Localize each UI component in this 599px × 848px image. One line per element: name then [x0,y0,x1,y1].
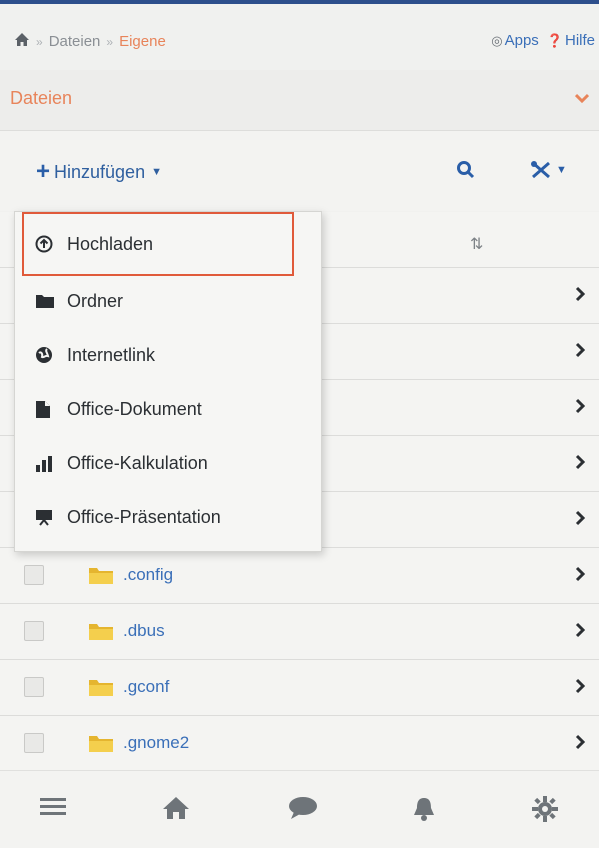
menu-item-label: Office-Kalkulation [67,452,208,473]
section-header[interactable]: Dateien [0,70,599,131]
breadcrumb-item-eigene: Eigene [119,33,166,50]
apps-link-label: Apps [504,32,539,49]
menu-item-office-presentation[interactable]: Office-Präsentation [35,502,221,532]
breadcrumb-separator: » [106,34,114,49]
chat-icon[interactable] [288,796,318,825]
presentation-icon [35,508,59,526]
bottom-nav [0,770,599,848]
folder-icon [88,732,114,759]
plus-icon: + [36,158,51,185]
file-name[interactable]: .dbus [123,621,165,641]
apps-link[interactable]: ◎ Apps [491,32,539,49]
file-name[interactable]: .gconf [123,677,169,697]
help-link-label: Hilfe [564,32,595,49]
folder-icon [88,620,114,647]
upload-highlight-box [22,212,294,276]
help-icon: ❓ [546,33,563,48]
chevron-right-icon[interactable] [575,342,586,363]
home-icon[interactable] [162,796,190,825]
caret-down-icon: ▼ [556,164,567,176]
apps-icon: ◎ [491,33,503,48]
tools-icon [531,161,550,179]
menu-icon[interactable] [40,796,66,821]
table-row[interactable]: .dbus [0,604,599,660]
caret-down-icon: ▼ [151,166,162,178]
menu-item-label: Office-Präsentation [67,506,221,527]
search-icon[interactable] [456,160,476,185]
chevron-right-icon[interactable] [575,510,586,531]
chevron-right-icon[interactable] [575,398,586,419]
chevron-right-icon[interactable] [575,678,586,699]
tools-menu-button[interactable]: ▼ [530,160,567,180]
chevron-right-icon[interactable] [575,566,586,587]
breadcrumb-separator: » [36,34,43,49]
chevron-down-icon[interactable] [574,90,590,108]
gear-icon[interactable] [532,796,558,827]
menu-item-folder[interactable]: Ordner [35,286,123,316]
section-title: Dateien [10,88,73,108]
table-row[interactable]: .gnome2 [0,716,599,772]
menu-item-office-spreadsheet[interactable]: Office-Kalkulation [35,448,208,478]
file-name[interactable]: .config [123,565,173,585]
top-bar: » Dateien » Eigene ◎ Apps ❓ Hilfe [0,0,599,70]
chevron-right-icon[interactable] [575,622,586,643]
row-checkbox[interactable] [24,565,44,585]
table-row[interactable]: .config [0,548,599,604]
row-checkbox[interactable] [24,733,44,753]
home-icon[interactable] [14,32,30,51]
menu-item-label: Internetlink [67,344,156,365]
bell-icon[interactable] [412,796,436,827]
chevron-right-icon[interactable] [575,454,586,475]
table-row[interactable]: .gconf [0,660,599,716]
menu-item-internetlink[interactable]: Internetlink [35,340,155,370]
menu-item-label: Ordner [67,290,124,311]
folder-icon [88,676,114,703]
chevron-right-icon[interactable] [575,286,586,307]
help-link[interactable]: ❓ Hilfe [547,32,595,49]
bar-chart-icon [35,454,59,472]
breadcrumb-item-dateien[interactable]: Dateien [49,33,101,50]
menu-item-label: Office-Dokument [67,398,202,419]
add-button[interactable]: + Hinzufügen ▼ [36,160,162,184]
row-checkbox[interactable] [24,621,44,641]
menu-item-office-document[interactable]: Office-Dokument [35,394,202,424]
globe-icon [35,346,59,364]
document-icon [35,400,59,419]
folder-icon [88,564,114,591]
folder-icon [35,293,59,309]
top-links: ◎ Apps ❓ Hilfe [491,32,595,49]
breadcrumb: » Dateien » Eigene [14,32,166,51]
row-checkbox[interactable] [24,677,44,697]
file-name[interactable]: .gnome2 [123,733,189,753]
add-button-label: Hinzufügen [54,161,146,182]
sort-icon[interactable]: ⇅ [470,234,483,254]
chevron-right-icon[interactable] [575,734,586,755]
